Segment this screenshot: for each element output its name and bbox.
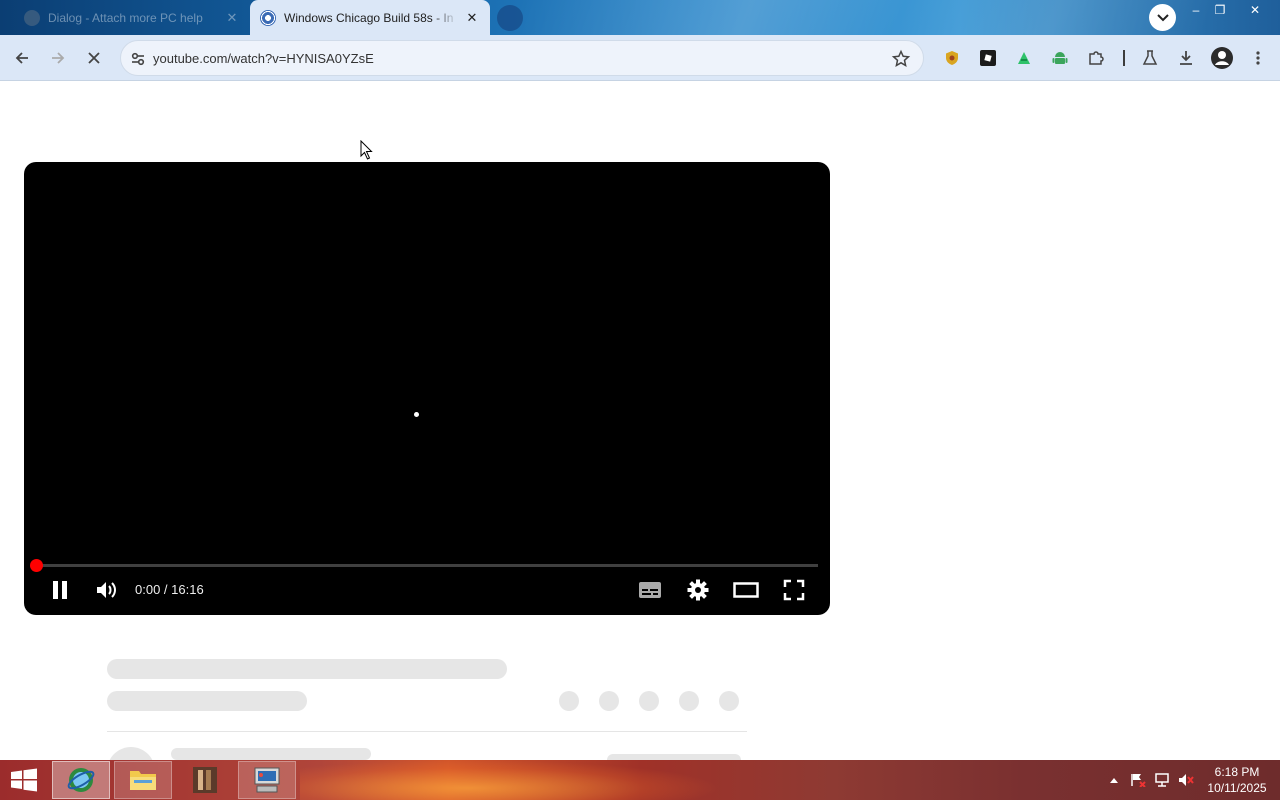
volume-icon (97, 582, 116, 598)
action-placeholder (679, 691, 699, 711)
mouse-cursor-icon (360, 140, 373, 160)
address-bar[interactable]: youtube.com/watch?v=HYNISA0YZsE (120, 40, 924, 76)
arrow-left-icon (15, 52, 28, 64)
arrow-right-icon (52, 52, 65, 64)
pause-icon (53, 581, 67, 599)
new-tab-button[interactable] (497, 5, 523, 31)
windows-start-button[interactable] (8, 768, 40, 792)
extension-shield-icon[interactable] (942, 48, 962, 68)
taskbar-app-computer[interactable] (238, 761, 296, 799)
computer-app-icon (254, 767, 280, 793)
stop-loading-button[interactable] (81, 45, 107, 71)
download-icon[interactable] (1176, 48, 1196, 68)
fullscreen-button[interactable] (780, 576, 808, 604)
theater-mode-button[interactable] (732, 576, 760, 604)
progress-bar[interactable] (30, 559, 818, 572)
gear-icon (687, 579, 709, 601)
time-total: 16:16 (171, 582, 204, 597)
content-divider (107, 731, 747, 732)
tab-search-button[interactable] (1149, 4, 1176, 31)
fullscreen-icon (783, 579, 805, 601)
tab-active[interactable]: Windows Chicago Build 58s - In ✕ (250, 0, 490, 35)
action-placeholder (639, 691, 659, 711)
wallpaper-decoration (300, 760, 720, 800)
subtitles-button[interactable] (636, 576, 664, 604)
browser-toolbar: youtube.com/watch?v=HYNISA0YZsE (0, 35, 1280, 81)
action-placeholder (559, 691, 579, 711)
browser-menu-icon[interactable] (1248, 48, 1268, 68)
windows-taskbar (0, 760, 1280, 800)
taskbar-app-file-explorer[interactable] (114, 761, 172, 799)
time-display: 0:00 / 16:16 (135, 582, 204, 597)
progress-scrubber-handle[interactable] (30, 559, 43, 572)
show-hidden-icons-button[interactable] (1106, 772, 1122, 788)
action-placeholder (719, 691, 739, 711)
media-app-icon (193, 767, 217, 793)
volume-button[interactable] (92, 576, 120, 604)
chevron-up-icon (1110, 778, 1118, 783)
channel-placeholder (107, 691, 307, 711)
loading-spinner-icon (414, 412, 419, 417)
extension-green-a-icon[interactable] (1014, 48, 1034, 68)
url-text: youtube.com/watch?v=HYNISA0YZsE (153, 51, 374, 66)
folder-icon (130, 771, 156, 790)
close-icon (88, 52, 100, 64)
tab-inactive[interactable]: Dialog - Attach more PC help ✕ (14, 0, 250, 35)
forward-button[interactable] (45, 45, 71, 71)
volume-muted-icon[interactable] (1178, 772, 1194, 788)
extension-android-icon[interactable] (1050, 48, 1070, 68)
subtitles-icon (639, 582, 661, 598)
site-settings-icon[interactable] (128, 49, 148, 69)
close-window-button[interactable]: ✕ (1243, 0, 1267, 20)
pause-button[interactable] (46, 576, 74, 604)
network-icon[interactable] (1154, 772, 1170, 788)
tab-title: Dialog - Attach more PC help (48, 10, 203, 25)
clock-date: 10/11/2025 (1207, 781, 1267, 795)
tab-favicon-icon (260, 9, 276, 26)
tab-favicon-icon (24, 9, 40, 26)
labs-flask-icon[interactable] (1140, 48, 1160, 68)
settings-button[interactable] (684, 576, 712, 604)
restore-button[interactable]: ❐ (1208, 0, 1232, 20)
clock-time: 6:18 PM (1214, 765, 1260, 779)
back-button[interactable] (9, 45, 35, 71)
extensions-puzzle-icon[interactable] (1086, 48, 1106, 68)
action-center-flag-icon[interactable] (1130, 772, 1146, 788)
taskbar-app-internet-explorer[interactable] (52, 761, 110, 799)
tab-title: Windows Chicago Build 58s - In (284, 10, 454, 25)
time-current: 0:00 (135, 582, 161, 597)
action-placeholder (599, 691, 619, 711)
tab-close-icon[interactable]: ✕ (224, 10, 240, 26)
profile-avatar[interactable] (1209, 45, 1235, 71)
toolbar-separator (1123, 50, 1125, 66)
chevron-down-icon (1156, 13, 1169, 21)
title-placeholder (107, 659, 507, 679)
minimize-button[interactable]: – (1184, 0, 1208, 20)
bookmark-star-icon[interactable] (891, 49, 911, 69)
time-separator: / (160, 582, 172, 597)
theater-mode-icon (733, 582, 759, 598)
extension-roblox-icon[interactable] (978, 48, 998, 68)
description-placeholder (171, 748, 371, 760)
video-player[interactable]: 0:00 / 16:16 (24, 162, 830, 615)
account-circle-icon (1211, 47, 1233, 69)
tab-close-icon[interactable]: ✕ (464, 10, 480, 26)
browser-tab-strip: Dialog - Attach more PC help ✕ Windows C… (0, 0, 1280, 35)
internet-explorer-icon (67, 768, 95, 792)
taskbar-app-media[interactable] (176, 761, 234, 799)
taskbar-clock[interactable]: 6:18 PM 10/11/2025 (1200, 764, 1274, 796)
